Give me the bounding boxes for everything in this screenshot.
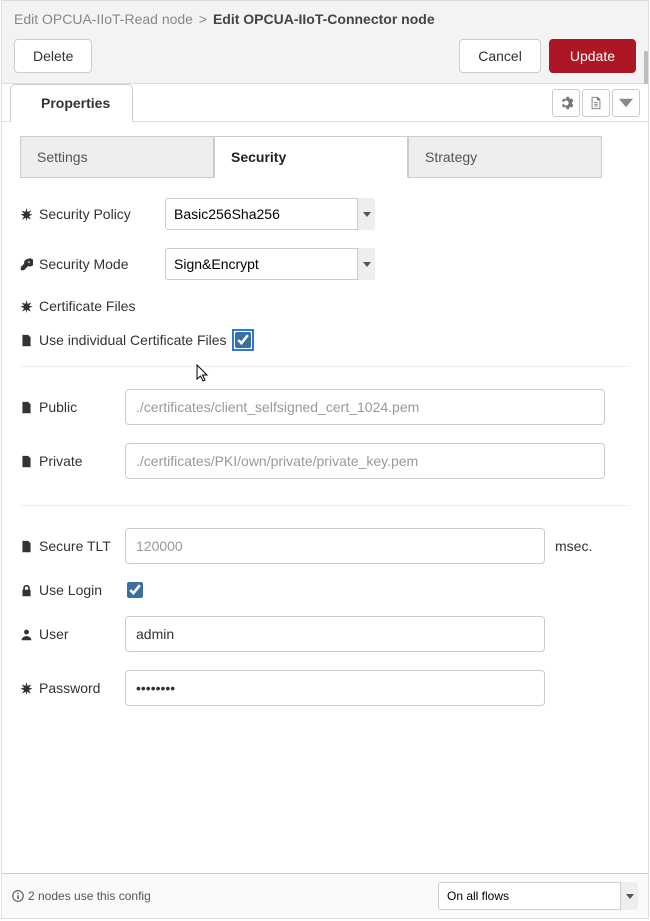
label-individual-cert: Use individual Certificate Files [20, 332, 227, 348]
tab-properties[interactable]: Properties [10, 84, 133, 122]
breadcrumb-sep: > [199, 11, 207, 27]
subtab-security[interactable]: Security [214, 136, 408, 178]
key-icon [20, 258, 33, 271]
file-icon [20, 455, 33, 468]
label-password: Password [20, 680, 125, 696]
private-key-input[interactable] [125, 443, 605, 479]
breadcrumb-prev[interactable]: Edit OPCUA-IIoT-Read node [14, 11, 193, 27]
file-icon [20, 401, 33, 414]
asterisk-icon [20, 208, 33, 221]
panel-footer: 2 nodes use this config On all flows [2, 873, 648, 918]
individual-cert-checkbox[interactable] [235, 332, 251, 348]
label-secure-tlt: Secure TLT [20, 538, 125, 554]
node-settings-button[interactable] [552, 89, 580, 117]
tab-properties-label: Properties [41, 95, 110, 111]
security-policy-select[interactable]: Basic256Sha256 [165, 198, 375, 230]
label-private: Private [20, 453, 125, 469]
scope-select[interactable]: On all flows [438, 882, 638, 910]
label-security-mode: Security Mode [20, 256, 165, 272]
lock-icon [20, 584, 33, 597]
label-user: User [20, 626, 125, 642]
subtab-strategy[interactable]: Strategy [408, 136, 602, 178]
footer-usage-text: 2 nodes use this config [28, 889, 151, 903]
panel-header: Edit OPCUA-IIoT-Read node > Edit OPCUA-I… [2, 1, 648, 84]
gear-icon [559, 96, 573, 110]
breadcrumb: Edit OPCUA-IIoT-Read node > Edit OPCUA-I… [14, 11, 636, 27]
label-security-policy: Security Policy [20, 206, 165, 222]
divider [20, 366, 630, 367]
asterisk-icon [20, 300, 33, 313]
file-icon [20, 540, 33, 553]
update-button[interactable]: Update [549, 39, 636, 73]
asterisk-icon [20, 682, 33, 695]
delete-button[interactable]: Delete [14, 39, 92, 73]
use-login-checkbox[interactable] [127, 582, 143, 598]
subtab-settings[interactable]: Settings [20, 136, 214, 178]
user-icon [20, 628, 33, 641]
node-more-button[interactable] [612, 89, 640, 117]
secure-tlt-unit: msec. [555, 538, 592, 554]
password-input[interactable] [125, 670, 545, 706]
breadcrumb-current: Edit OPCUA-IIoT-Connector node [213, 11, 435, 27]
security-mode-select[interactable]: Sign&Encrypt [165, 248, 375, 280]
cancel-button[interactable]: Cancel [459, 39, 541, 73]
document-icon [589, 96, 603, 110]
file-icon [20, 334, 33, 347]
node-help-button[interactable] [582, 89, 610, 117]
label-public: Public [20, 399, 125, 415]
cursor-icon [196, 364, 212, 384]
public-cert-input[interactable] [125, 389, 605, 425]
caret-down-icon [619, 96, 633, 110]
label-use-login: Use Login [20, 582, 125, 598]
divider [20, 505, 630, 506]
user-input[interactable] [125, 616, 545, 652]
info-icon [12, 890, 24, 902]
label-cert-files: Certificate Files [20, 298, 165, 314]
secure-tlt-input[interactable] [125, 528, 545, 564]
